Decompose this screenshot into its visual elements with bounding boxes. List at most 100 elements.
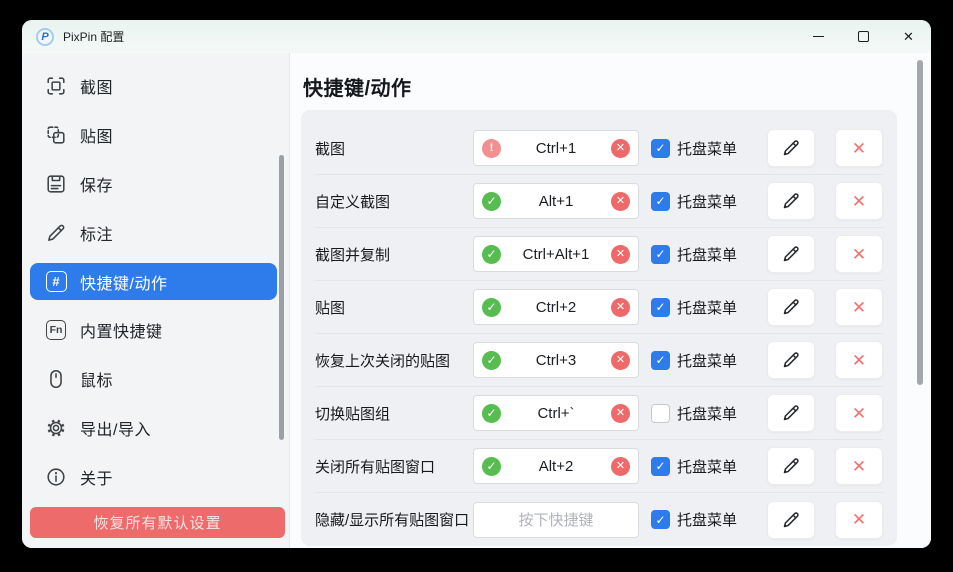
delete-hotkey-button[interactable]: ✕ [835,129,883,167]
action-label: 截图并复制 [315,244,473,265]
action-label: 隐藏/显示所有贴图窗口 [315,509,473,530]
hotkey-row: 截图并复制 ✓ ! Ctrl+Alt+1 按下快捷键 ✕ ✓ 托盘菜单 [315,228,883,281]
tray-menu-checkbox[interactable]: ✓ [651,298,670,317]
sidebar-item-label: 截图 [80,74,113,98]
sidebar-item-annotate[interactable]: 标注 [30,214,277,252]
edit-pencil-icon [781,456,801,476]
tray-menu-checkbox[interactable]: ✓ [651,510,670,529]
delete-x-icon: ✕ [852,246,866,263]
delete-hotkey-button[interactable]: ✕ [835,182,883,220]
clear-hotkey-icon[interactable]: ✕ [611,404,630,423]
sidebar-item-save[interactable]: 保存 [30,165,277,203]
sidebar-item-export-import[interactable]: 导出/导入 [30,409,277,447]
sidebar-item-screenshot[interactable]: 截图 [30,67,277,105]
edit-hotkey-button[interactable] [767,501,815,539]
tray-menu-checkbox[interactable]: ✓ [651,404,670,423]
clear-hotkey-icon[interactable]: ✕ [611,245,630,264]
tray-menu-label: 托盘菜单 [677,191,737,212]
sidebar-item-label: 标注 [80,221,113,245]
tray-menu-checkbox[interactable]: ✓ [651,245,670,264]
hotkey-row: 自定义截图 ✓ ! Alt+1 按下快捷键 ✕ ✓ 托盘菜单 [315,175,883,228]
pencil-icon [44,222,68,244]
window-title: PixPin 配置 [63,28,124,45]
tray-menu-label: 托盘菜单 [677,138,737,159]
hotkey-input[interactable]: ✓ ! Ctrl+2 按下快捷键 ✕ [473,289,639,325]
hotkey-input[interactable]: ✓ ! Ctrl+3 按下快捷键 ✕ [473,342,639,378]
gear-icon [44,417,68,439]
edit-hotkey-button[interactable] [767,447,815,485]
pixpin-config-window: P PixPin 配置 ✕ 截图 [22,20,931,548]
tray-menu-checkbox[interactable]: ✓ [651,351,670,370]
delete-x-icon: ✕ [852,405,866,422]
action-label: 切换贴图组 [315,403,473,424]
action-label: 关闭所有贴图窗口 [315,456,473,477]
hotkey-input[interactable]: ✓ ! Alt+2 按下快捷键 ✕ [473,448,639,484]
edit-hotkey-button[interactable] [767,341,815,379]
tray-menu-option: ✓ 托盘菜单 [651,350,749,371]
main-panel: 快捷键/动作 截图 ✓ ! Ctrl+1 按下快捷键 ✕ ✓ [290,53,931,548]
checkbox-check-icon: ✓ [655,195,665,207]
hotkey-input[interactable]: ✓ ! Ctrl+Alt+1 按下快捷键 ✕ [473,236,639,272]
hotkey-value: Alt+2 [501,458,611,475]
sidebar-item-pin-image[interactable]: 贴图 [30,116,277,154]
clear-hotkey-icon[interactable]: ✕ [611,457,630,476]
sidebar: 截图 贴图 保存 [22,53,290,548]
main-scrollbar[interactable] [917,60,923,385]
delete-x-icon: ✕ [852,140,866,157]
edit-pencil-icon [781,138,801,158]
delete-hotkey-button[interactable]: ✕ [835,235,883,273]
minimize-icon [813,36,824,38]
sidebar-scrollbar[interactable] [279,155,284,440]
tray-menu-checkbox[interactable]: ✓ [651,457,670,476]
delete-hotkey-button[interactable]: ✕ [835,341,883,379]
tray-menu-option: ✓ 托盘菜单 [651,456,749,477]
delete-hotkey-button[interactable]: ✕ [835,394,883,432]
hotkey-placeholder: 按下快捷键 [482,509,630,530]
window-controls: ✕ [796,20,931,53]
sidebar-item-label: 导出/导入 [80,416,151,440]
clear-hotkey-icon[interactable]: ✕ [611,139,630,158]
sidebar-item-label: 保存 [80,172,113,196]
delete-hotkey-button[interactable]: ✕ [835,288,883,326]
clear-hotkey-icon[interactable]: ✕ [611,192,630,211]
sidebar-item-about[interactable]: 关于 [30,458,277,496]
edit-hotkey-button[interactable] [767,288,815,326]
hotkey-input[interactable]: ✓ ! Alt+1 按下快捷键 ✕ [473,183,639,219]
close-button[interactable]: ✕ [886,20,931,53]
edit-hotkey-button[interactable] [767,394,815,432]
reset-defaults-button[interactable]: 恢复所有默认设置 [30,507,285,538]
hotkey-row: 关闭所有贴图窗口 ✓ ! Alt+2 按下快捷键 ✕ ✓ 托盘菜单 [315,440,883,493]
hotkey-input[interactable]: ✓ ! Ctrl+` 按下快捷键 ✕ [473,395,639,431]
tray-menu-option: ✓ 托盘菜单 [651,191,749,212]
info-icon [44,466,68,488]
delete-hotkey-button[interactable]: ✕ [835,501,883,539]
maximize-button[interactable] [841,20,886,53]
action-label: 自定义截图 [315,191,473,212]
tray-menu-checkbox[interactable]: ✓ [651,192,670,211]
sidebar-item-hotkeys-actions[interactable]: # 快捷键/动作 [30,263,277,301]
status-ok-icon: ✓ [482,192,501,211]
hotkey-input[interactable]: ✓ ! 按下快捷键 ✕ [473,502,639,538]
delete-hotkey-button[interactable]: ✕ [835,447,883,485]
sidebar-item-label: 内置快捷键 [80,318,163,342]
pixpin-logo-icon: P [36,28,54,46]
edit-hotkey-button[interactable] [767,129,815,167]
edit-pencil-icon [781,297,801,317]
sidebar-item-builtin-hotkeys[interactable]: Fn 内置快捷键 [30,311,277,349]
clear-hotkey-icon[interactable]: ✕ [611,351,630,370]
hotkey-hash-icon: # [44,271,68,293]
titlebar: P PixPin 配置 ✕ [22,20,931,53]
fn-key-icon: Fn [44,319,68,341]
hotkey-input[interactable]: ✓ ! Ctrl+1 按下快捷键 ✕ [473,130,639,166]
checkbox-check-icon: ✓ [655,354,665,366]
edit-pencil-icon [781,510,801,530]
tray-menu-checkbox[interactable]: ✓ [651,139,670,158]
edit-hotkey-button[interactable] [767,182,815,220]
hotkey-value: Ctrl+3 [501,352,611,369]
sidebar-item-mouse[interactable]: 鼠标 [30,360,277,398]
hotkey-row: 切换贴图组 ✓ ! Ctrl+` 按下快捷键 ✕ ✓ 托盘菜单 [315,387,883,440]
clear-hotkey-icon[interactable]: ✕ [611,298,630,317]
edit-hotkey-button[interactable] [767,235,815,273]
minimize-button[interactable] [796,20,841,53]
pin-image-icon [44,124,68,146]
